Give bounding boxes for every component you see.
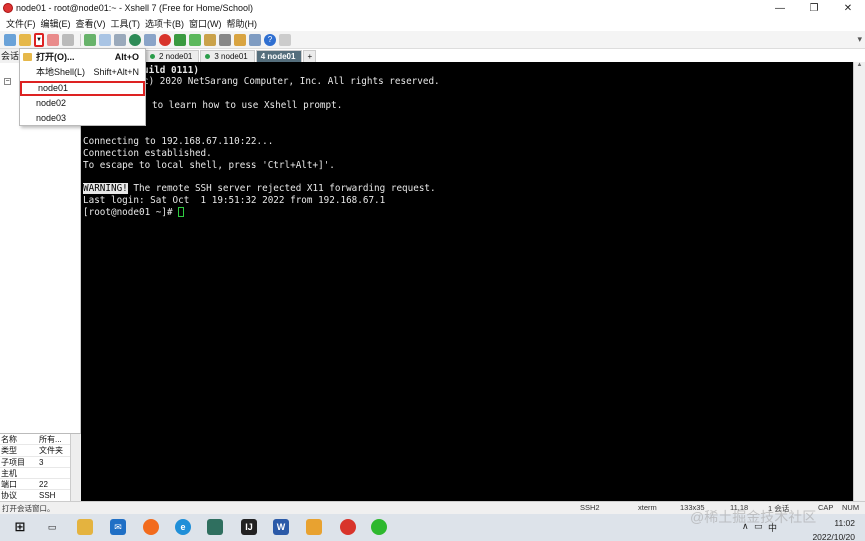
terminal-line: to learn how to use Xshell prompt. xyxy=(152,100,343,111)
menu-item-node03[interactable]: node03 xyxy=(20,111,145,126)
xshell-taskbar-icon[interactable] xyxy=(340,519,356,535)
terminal-line: Connection established. xyxy=(83,148,212,159)
connected-icon xyxy=(150,54,155,59)
new-session-icon[interactable] xyxy=(4,33,16,46)
property-row: 类型 文件夹 xyxy=(0,445,81,457)
window-controls: — ❐ ✕ xyxy=(763,0,865,16)
xshell-app-icon xyxy=(3,3,13,13)
open-session-dropdown: 打开(O)... Alt+O 本地Shell(L) Shift+Alt+N no… xyxy=(19,48,146,126)
session-tabs: 2 node01 3 node01 4 node01 + xyxy=(145,49,317,62)
menu-tools[interactable]: 工具(T) xyxy=(111,17,141,30)
terminal-scrollbar[interactable]: ▲ xyxy=(853,62,865,501)
terminal-line: c) 2020 NetSarang Computer, Inc. All rig… xyxy=(143,76,440,87)
status-num: NUM xyxy=(842,503,860,512)
menu-item-node02[interactable]: node02 xyxy=(20,96,145,111)
restore-icon[interactable]: ❐ xyxy=(797,0,831,16)
minimize-icon[interactable]: — xyxy=(763,0,797,16)
disconnect-icon[interactable] xyxy=(62,33,74,46)
terminal-prompt: [root@node01 ~]# xyxy=(83,207,185,218)
globe-icon[interactable] xyxy=(129,33,141,46)
toolbar-divider xyxy=(80,33,81,46)
menu-help[interactable]: 帮助(H) xyxy=(227,17,258,30)
terminal-line: Last login: Sat Oct 1 19:51:32 2022 from… xyxy=(83,195,386,206)
menu-tabs[interactable]: 选项卡(B) xyxy=(145,17,184,30)
property-row: 端口 22 xyxy=(0,479,81,491)
warning-label: WARNING! xyxy=(83,183,128,194)
text-cursor xyxy=(178,207,185,217)
fullscreen-icon[interactable] xyxy=(189,33,201,46)
app-icon[interactable] xyxy=(207,519,223,535)
tab-node01-2[interactable]: 2 node01 xyxy=(145,50,200,62)
status-message: 打开会话窗口。 xyxy=(2,504,55,513)
close-icon[interactable]: ✕ xyxy=(831,0,865,16)
menu-bar: 文件(F) 编辑(E) 查看(V) 工具(T) 选项卡(B) 窗口(W) 帮助(… xyxy=(0,16,865,31)
xftp-icon[interactable] xyxy=(159,33,171,46)
menu-item-open[interactable]: 打开(O)... Alt+O xyxy=(20,50,145,65)
reconnect-icon[interactable] xyxy=(84,33,96,46)
tab-node01-3[interactable]: 3 node01 xyxy=(200,50,255,62)
edit-icon[interactable] xyxy=(144,33,156,46)
vm-icon[interactable] xyxy=(306,519,322,535)
task-view-icon[interactable]: ▭ xyxy=(44,519,60,535)
menu-file[interactable]: 文件(F) xyxy=(6,17,36,30)
script-icon[interactable] xyxy=(234,33,246,46)
menu-item-node01[interactable]: node01 xyxy=(20,81,145,96)
terminal-output[interactable]: uild 0111) c) 2020 NetSarang Computer, I… xyxy=(81,62,853,501)
property-row: 子项目 3 xyxy=(0,457,81,468)
layout-icon[interactable] xyxy=(249,33,261,46)
status-protocol: SSH2 xyxy=(580,503,600,512)
toolbar: ▼ ? ▾ xyxy=(0,31,865,49)
system-clock[interactable]: 11:02 2022/10/20 xyxy=(812,518,855,541)
tab-node01-4[interactable]: 4 node01 xyxy=(255,50,303,62)
keyboard-icon[interactable] xyxy=(219,33,231,46)
word-icon[interactable]: W xyxy=(273,519,289,535)
status-caps: CAP xyxy=(818,503,834,512)
lock-icon[interactable] xyxy=(204,33,216,46)
mail-icon[interactable]: ✉ xyxy=(110,519,126,535)
folder-icon xyxy=(23,53,32,61)
edge-icon[interactable]: e xyxy=(175,519,191,535)
title-bar: node01 - root@node01:~ - Xshell 7 (Free … xyxy=(0,0,865,16)
properties-panel: 名称 所有... 类型 文件夹 子项目 3 主机 端口 22 协议 SSH xyxy=(0,433,81,502)
warning-message: The remote SSH server rejected X11 forwa… xyxy=(127,183,436,194)
xmanager-icon[interactable] xyxy=(174,33,186,46)
watermark: @稀土掘金技术社区 xyxy=(690,509,817,525)
help-icon[interactable]: ? xyxy=(264,33,276,46)
open-dropdown-button[interactable]: ▼ xyxy=(34,32,44,47)
terminal-line: uild 0111) xyxy=(143,65,199,76)
font-icon[interactable] xyxy=(114,33,126,46)
chevron-down-icon: ▼ xyxy=(36,36,42,43)
add-tab-button[interactable]: + xyxy=(303,50,317,62)
property-row: 主机 xyxy=(0,468,81,480)
connect-icon[interactable] xyxy=(47,33,59,46)
window-title: node01 - root@node01:~ - Xshell 7 (Free … xyxy=(16,3,254,13)
terminal-line: WARNING! The remote SSH server rejected … xyxy=(83,183,436,194)
menu-item-local-shell[interactable]: 本地Shell(L) Shift+Alt+N xyxy=(20,65,145,80)
file-explorer-icon[interactable] xyxy=(77,519,93,535)
menu-edit[interactable]: 编辑(E) xyxy=(41,17,71,30)
status-terminal-type: xterm xyxy=(638,503,657,512)
properties-scrollbar[interactable] xyxy=(70,434,81,502)
toolbar-collapse-icon[interactable]: ▾ xyxy=(857,34,862,45)
tree-expand-icon[interactable]: − xyxy=(4,78,11,85)
terminal-line: Connecting to 192.168.67.110:22... xyxy=(83,136,274,147)
prompt-text: [root@node01 ~]# xyxy=(83,207,179,218)
menu-window[interactable]: 窗口(W) xyxy=(189,17,222,30)
scroll-up-icon[interactable]: ▲ xyxy=(854,62,865,68)
chat-icon[interactable] xyxy=(279,33,291,46)
terminal-line: To escape to local shell, press 'Ctrl+Al… xyxy=(83,160,335,171)
wechat-icon[interactable] xyxy=(371,519,387,535)
menu-view[interactable]: 查看(V) xyxy=(76,17,106,30)
open-folder-icon[interactable] xyxy=(19,33,31,46)
find-icon[interactable] xyxy=(99,33,111,46)
windows-start-icon[interactable]: ⊞ xyxy=(12,519,28,535)
firefox-icon[interactable] xyxy=(143,519,159,535)
connected-icon xyxy=(205,54,211,59)
property-row: 名称 所有... xyxy=(0,434,81,446)
intellij-icon[interactable]: IJ xyxy=(241,519,257,535)
